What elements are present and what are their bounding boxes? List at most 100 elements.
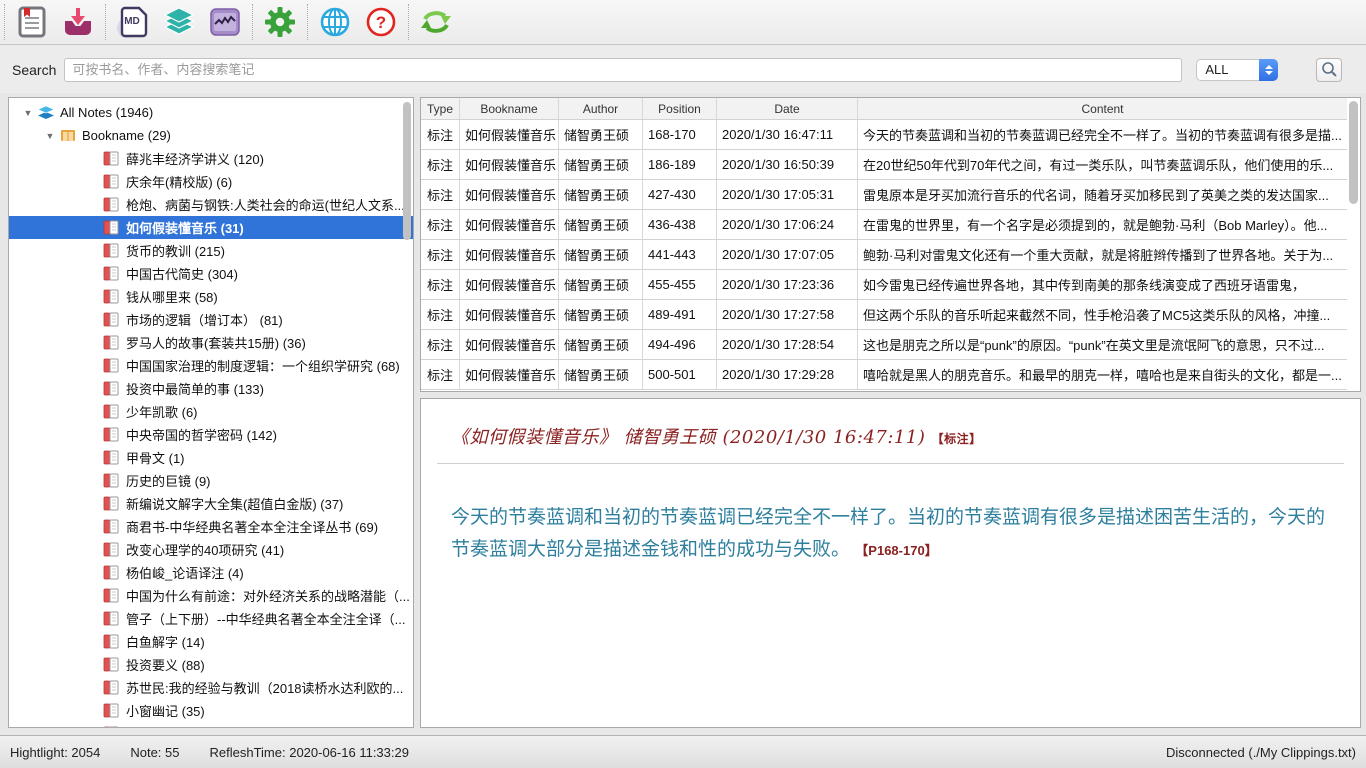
table-row[interactable]: 标注 如何假装懂音乐 储智勇王硕 427-430 2020/1/30 17:05… — [421, 180, 1347, 210]
book-icon — [103, 657, 121, 672]
table-row[interactable]: 标注 如何假装懂音乐 储智勇王硕 500-501 2020/1/30 17:29… — [421, 360, 1347, 390]
table-row[interactable]: 标注 如何假装懂音乐 储智勇王硕 441-443 2020/1/30 17:07… — [421, 240, 1347, 270]
column-header-author[interactable]: Author — [559, 98, 643, 119]
sidebar-item-book[interactable]: 投资中最简单的事 (133) — [9, 377, 413, 400]
cell-date: 2020/1/30 17:28:54 — [717, 330, 858, 359]
cell-author: 储智勇王硕 — [559, 360, 643, 389]
sidebar-item-book[interactable]: 薛兆丰经济学讲义 (120) — [9, 147, 413, 170]
sidebar-item-book[interactable]: 新编说文解字大全集(超值白金版) (37) — [9, 492, 413, 515]
sidebar-item-book[interactable]: 货币的教训 (215) — [9, 239, 413, 262]
sidebar-item-book[interactable]: 历史的巨镜 (9) — [9, 469, 413, 492]
markdown-file-icon[interactable]: MD — [116, 5, 150, 39]
sidebar-item-book[interactable]: 枪炮、病菌与钢铁:人类社会的命运(世纪人文系... — [9, 193, 413, 216]
help-icon[interactable]: ? — [364, 5, 398, 39]
tree-scrollbar[interactable] — [403, 102, 411, 240]
sidebar-item-book[interactable]: 杨伯峻_论语译注 (4) — [9, 561, 413, 584]
notes-icon[interactable] — [15, 5, 49, 39]
search-bar: Search ALL — [0, 46, 1366, 93]
book-icon — [103, 335, 121, 350]
sidebar-item-bookname-group[interactable]: ▼ Bookname (29) — [9, 124, 413, 147]
tree-item-label: 新编说文解字大全集(超值白金版) (37) — [126, 494, 343, 513]
import-icon[interactable] — [61, 5, 95, 39]
sidebar-item-book[interactable]: 如何假装懂音乐 (31) — [9, 216, 413, 239]
book-icon — [103, 450, 121, 465]
web-globe-icon[interactable] — [318, 5, 352, 39]
cell-type: 标注 — [421, 330, 460, 359]
cell-date: 2020/1/30 17:06:24 — [717, 210, 858, 239]
table-scrollbar[interactable] — [1349, 101, 1358, 204]
cell-type: 标注 — [421, 120, 460, 149]
cell-type: 标注 — [421, 360, 460, 389]
cell-bookname: 如何假装懂音乐 — [460, 180, 559, 209]
cell-type: 标注 — [421, 270, 460, 299]
book-icon — [103, 496, 121, 511]
filter-dropdown[interactable]: ALL — [1196, 59, 1278, 81]
sidebar-item-all-notes[interactable]: ▼ All Notes (1946) — [9, 101, 413, 124]
note-detail-panel: 《如何假装懂音乐》 储智勇王硕 (2020/1/30 16:47:11) 【标注… — [420, 398, 1361, 728]
column-header-bookname[interactable]: Bookname — [460, 98, 559, 119]
table-row[interactable]: 标注 如何假装懂音乐 储智勇王硕 494-496 2020/1/30 17:28… — [421, 330, 1347, 360]
column-header-position[interactable]: Position — [643, 98, 717, 119]
tree-item-label: 货币的教训 (215) — [126, 241, 225, 260]
cell-author: 储智勇王硕 — [559, 300, 643, 329]
disclosure-triangle[interactable]: ▼ — [23, 108, 33, 118]
search-input[interactable] — [64, 58, 1182, 82]
sidebar-item-book[interactable]: 中国国家治理的制度逻辑：一个组织学研究 (68) — [9, 354, 413, 377]
sidebar-item-book[interactable]: 商君书-中华经典名著全本全注全译丛书 (69) — [9, 515, 413, 538]
cell-type: 标注 — [421, 210, 460, 239]
note-detail-body: 今天的节奏蓝调和当初的节奏蓝调已经完全不一样了。当初的节奏蓝调有很多是描述困苦生… — [451, 502, 1330, 567]
cell-bookname: 如何假装懂音乐 — [460, 150, 559, 179]
tree-item-label: 中国古代简史 (304) — [126, 264, 238, 283]
sync-icon[interactable] — [419, 5, 453, 39]
cell-author: 储智勇王硕 — [559, 270, 643, 299]
tree-item-label: 钱从哪里来 (58) — [126, 287, 218, 306]
sidebar-item-book[interactable]: 改变心理学的40项研究 (41) — [9, 538, 413, 561]
toolbar-separator — [105, 4, 106, 40]
disclosure-triangle[interactable]: ▼ — [45, 131, 55, 141]
sidebar-item-book[interactable]: 庆余年(精校版) (6) — [9, 170, 413, 193]
cell-author: 储智勇王硕 — [559, 210, 643, 239]
sidebar-item-book[interactable]: 中国为什么有前途：对外经济关系的战略潜能（... — [9, 584, 413, 607]
sidebar-item-book[interactable]: 罗马人的故事(套装共15册) (36) — [9, 331, 413, 354]
sidebar-item-book[interactable]: 钱从哪里来 (58) — [9, 285, 413, 308]
sidebar-item-book[interactable]: 中国古代简史 (304) — [9, 262, 413, 285]
table-row[interactable]: 标注 如何假装懂音乐 储智勇王硕 455-455 2020/1/30 17:23… — [421, 270, 1347, 300]
layers-icon[interactable] — [162, 5, 196, 39]
sidebar-item-book[interactable]: 投资要义 (88) — [9, 653, 413, 676]
cell-position: 489-491 — [643, 300, 717, 329]
cell-author: 储智勇王硕 — [559, 120, 643, 149]
book-icon — [103, 427, 121, 442]
cell-author: 储智勇王硕 — [559, 240, 643, 269]
cell-date: 2020/1/30 17:27:58 — [717, 300, 858, 329]
cell-type: 标注 — [421, 150, 460, 179]
search-button[interactable] — [1316, 58, 1342, 82]
sidebar-item-book[interactable]: 少年凯歌 (6) — [9, 400, 413, 423]
column-header-content[interactable]: Content — [858, 98, 1347, 119]
sidebar-item-book[interactable]: 小窗幽记 (35) — [9, 699, 413, 722]
statistics-icon[interactable] — [208, 5, 242, 39]
settings-gear-icon[interactable] — [263, 5, 297, 39]
table-row[interactable]: 标注 如何假装懂音乐 储智勇王硕 436-438 2020/1/30 17:06… — [421, 210, 1347, 240]
sidebar-item-book[interactable]: 甲骨文 (1) — [9, 446, 413, 469]
table-row[interactable]: 标注 如何假装懂音乐 储智勇王硕 186-189 2020/1/30 16:50… — [421, 150, 1347, 180]
cell-content: 在雷鬼的世界里，有一个名字是必须提到的，就是鲍勃·马利（Bob Marley）。… — [858, 210, 1347, 239]
column-header-date[interactable]: Date — [717, 98, 858, 119]
notes-table-panel: Type Bookname Author Position Date Conte… — [420, 97, 1361, 392]
sidebar-item-book[interactable]: 从零开始学写作：个人增值的有效方法 (6) — [9, 722, 413, 728]
sidebar-item-book[interactable]: 白鱼解字 (14) — [9, 630, 413, 653]
toolbar-separator — [307, 4, 308, 40]
table-row[interactable]: 标注 如何假装懂音乐 储智勇王硕 489-491 2020/1/30 17:27… — [421, 300, 1347, 330]
sidebar-item-book[interactable]: 管子（上下册）--中华经典名著全本全注全译（... — [9, 607, 413, 630]
book-icon — [103, 174, 121, 189]
sidebar-item-book[interactable]: 中央帝国的哲学密码 (142) — [9, 423, 413, 446]
book-icon — [103, 289, 121, 304]
sidebar-item-book[interactable]: 市场的逻辑（增订本） (81) — [9, 308, 413, 331]
book-icon — [103, 703, 121, 718]
sidebar-item-book[interactable]: 苏世民:我的经验与教训（2018读桥水达利欧的... — [9, 676, 413, 699]
cell-author: 储智勇王硕 — [559, 150, 643, 179]
cell-type: 标注 — [421, 180, 460, 209]
tree-item-label: 商君书-中华经典名著全本全注全译丛书 (69) — [126, 517, 378, 536]
cell-bookname: 如何假装懂音乐 — [460, 360, 559, 389]
column-header-type[interactable]: Type — [421, 98, 460, 119]
table-row[interactable]: 标注 如何假装懂音乐 储智勇王硕 168-170 2020/1/30 16:47… — [421, 120, 1347, 150]
